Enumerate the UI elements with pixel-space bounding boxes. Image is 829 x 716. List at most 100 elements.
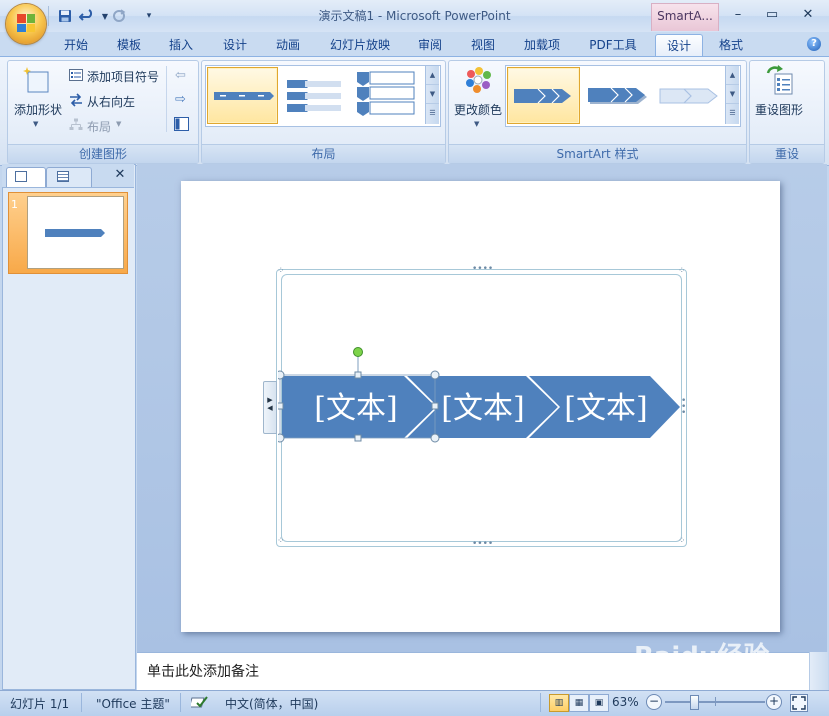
slides-tab[interactable] <box>6 167 46 187</box>
text-pane-expand-icon: ▶ <box>267 396 273 404</box>
style-thumb-simple[interactable] <box>507 67 580 124</box>
tab-animations[interactable]: 动画 <box>264 34 312 56</box>
add-shape-dropdown-icon[interactable]: ▼ <box>33 120 38 128</box>
resize-handle-s[interactable] <box>354 434 362 442</box>
smartart-text-3[interactable]: [文本] <box>564 391 647 426</box>
zoom-slider-center-tick <box>715 697 716 706</box>
right-to-left-icon <box>69 93 83 107</box>
resize-handle-n[interactable] <box>354 371 362 379</box>
reset-graphic-button[interactable]: 重设图形 <box>755 101 803 118</box>
right-to-left-button[interactable]: 从右向左 <box>87 93 135 110</box>
zoom-out-button[interactable]: − <box>646 694 662 710</box>
text-pane-collapse-icon: ◀ <box>267 404 273 412</box>
notes-placeholder[interactable]: 单击此处添加备注 <box>147 661 259 681</box>
frame-edge-handle[interactable]: •••• <box>472 265 493 274</box>
group-reset-label: 重设 <box>750 144 824 163</box>
add-bullet-button[interactable]: 添加项目符号 <box>87 68 159 85</box>
resize-handle-se[interactable] <box>430 433 440 443</box>
frame-edge-handle[interactable]: •••• <box>472 540 493 549</box>
status-language: 中文(简体，中国) <box>225 697 319 711</box>
fit-to-window-icon[interactable] <box>790 694 808 712</box>
tab-home[interactable]: 开始 <box>52 34 100 56</box>
palette-icon[interactable] <box>462 66 494 96</box>
frame-corner-handle[interactable]: ⁘ <box>277 267 285 276</box>
minimize-button[interactable]: – <box>725 5 751 25</box>
smartart-tools-header: SmartA... <box>651 3 719 31</box>
zoom-slider-thumb[interactable] <box>690 695 700 710</box>
slides-tab-icon <box>15 171 27 182</box>
layouts-gallery-scroll[interactable]: ▲ ▼ ☰ <box>425 66 439 124</box>
frame-corner-handle[interactable]: ⁘ <box>678 537 686 546</box>
style-thumb-outline[interactable] <box>657 67 725 124</box>
layout-thumb-stacked-chevron[interactable] <box>280 67 351 124</box>
gallery-scroll-down-icon[interactable]: ▼ <box>426 85 439 104</box>
tab-design[interactable]: 设计 <box>212 34 258 56</box>
resize-handle-e[interactable] <box>431 402 439 410</box>
help-icon[interactable]: ? <box>807 37 821 51</box>
frame-corner-handle[interactable]: ⁘ <box>678 267 686 276</box>
outline-tab-icon <box>57 171 69 182</box>
normal-view-button[interactable]: ▥ <box>549 694 569 712</box>
slide-thumbnail[interactable] <box>27 196 124 269</box>
tab-view[interactable]: 视图 <box>460 34 506 56</box>
layout-thumb-vertical-chevron[interactable] <box>353 67 424 124</box>
group-smartart-styles-label: SmartArt 样式 <box>449 144 746 163</box>
group-divider <box>166 66 167 132</box>
styles-more-icon[interactable]: ☰ <box>726 104 739 122</box>
styles-scroll-down-icon[interactable]: ▼ <box>726 85 739 104</box>
layout-dropdown-icon: ▼ <box>116 120 122 128</box>
gallery-more-icon[interactable]: ☰ <box>426 104 439 122</box>
baidu-watermark-logo: Baidu经验 <box>634 642 770 672</box>
styles-scroll-up-icon[interactable]: ▲ <box>726 66 739 85</box>
promote-icon[interactable]: ⇦ <box>175 68 186 83</box>
frame-corner-handle[interactable]: ⁘ <box>277 537 285 546</box>
tab-smartart-format[interactable]: 格式 <box>708 34 754 56</box>
tab-pdf-tools[interactable]: PDF工具 <box>578 34 648 56</box>
tab-templates[interactable]: 模板 <box>106 34 152 56</box>
bullet-list-icon <box>69 69 83 81</box>
close-button[interactable]: ✕ <box>795 5 821 25</box>
slide-thumbnail-number: 1 <box>11 198 18 211</box>
group-layouts-label: 布局 <box>202 144 445 163</box>
reset-graphic-icon[interactable] <box>764 65 796 97</box>
status-separator <box>540 693 541 712</box>
zoom-level[interactable]: 63% <box>612 695 639 709</box>
text-pane-icon[interactable] <box>174 117 189 131</box>
tab-review[interactable]: 审阅 <box>407 34 453 56</box>
status-theme: "Office 主题" <box>96 697 170 711</box>
notes-scrollbar[interactable] <box>809 652 828 690</box>
outline-tab[interactable] <box>46 167 92 187</box>
slide-show-view-button[interactable]: ▣ <box>589 694 609 712</box>
change-colors-dropdown-icon[interactable]: ▼ <box>474 120 479 128</box>
rotation-handle[interactable] <box>353 347 363 357</box>
change-colors-button[interactable]: 更改颜色 <box>454 101 502 118</box>
gallery-scroll-up-icon[interactable]: ▲ <box>426 66 439 85</box>
smartart-diagram: [文本] [文本] [文本] <box>278 347 680 443</box>
demote-icon[interactable]: ⇨ <box>175 92 186 107</box>
add-shape-button[interactable]: 添加形状 <box>14 101 62 118</box>
style-thumb-shadow[interactable] <box>582 67 655 124</box>
add-shape-icon[interactable] <box>20 66 52 96</box>
zoom-in-button[interactable]: + <box>766 694 782 710</box>
tab-slide-show[interactable]: 幻灯片放映 <box>320 34 400 56</box>
smartart-text-2[interactable]: [文本] <box>441 391 524 426</box>
resize-handle-nw[interactable] <box>278 370 285 380</box>
maximize-button[interactable]: ▭ <box>759 5 785 25</box>
text-pane-toggle[interactable]: ▶ ◀ <box>263 381 277 434</box>
office-button[interactable] <box>6 4 46 44</box>
layout-thumb-basic-chevron[interactable] <box>207 67 278 124</box>
slide-sorter-view-button[interactable]: ▦ <box>569 694 589 712</box>
tab-smartart-design[interactable]: 设计 <box>655 34 703 57</box>
styles-gallery-scroll[interactable]: ▲ ▼ ☰ <box>725 66 739 124</box>
status-slide-info: 幻灯片 1/1 <box>10 697 70 711</box>
layout-org-icon <box>69 118 83 131</box>
close-pane-icon[interactable]: ✕ <box>112 166 128 184</box>
tab-add-ins[interactable]: 加载项 <box>512 34 572 56</box>
smartart-text-1[interactable]: [文本] <box>314 391 397 426</box>
status-separator <box>180 693 181 712</box>
resize-handle-ne[interactable] <box>430 370 440 380</box>
spell-check-icon[interactable] <box>188 694 209 710</box>
resize-handle-sw[interactable] <box>278 433 285 443</box>
tab-insert[interactable]: 插入 <box>158 34 204 56</box>
resize-handle-w[interactable] <box>278 402 284 410</box>
